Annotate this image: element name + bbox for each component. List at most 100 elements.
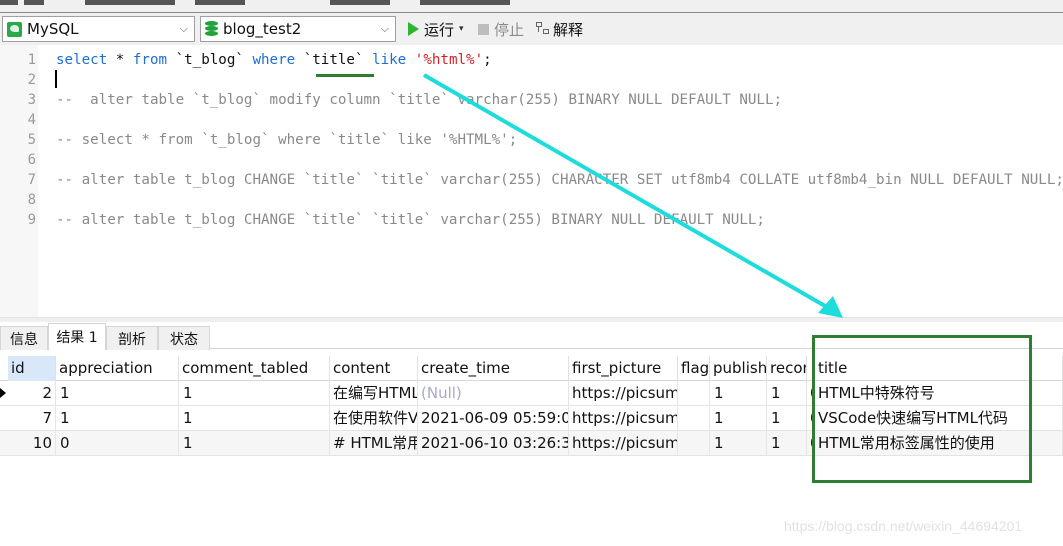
column-header-create_time[interactable]: create_time <box>418 356 569 381</box>
column-header-publish[interactable]: publish <box>710 356 767 381</box>
code-line[interactable]: 8 <box>0 190 1063 210</box>
column-header-content[interactable]: content <box>330 356 418 381</box>
sql-comment: -- alter table `t_blog` modify column `t… <box>56 92 783 108</box>
sql-comment: -- alter table t_blog CHANGE `title` `ti… <box>56 172 1063 188</box>
line-number: 9 <box>27 212 36 228</box>
cell-hidden[interactable]: 0 <box>807 431 815 456</box>
connection-select[interactable]: MySQL ⌵ <box>2 16 195 42</box>
annotation-underline <box>316 74 374 77</box>
cell-content[interactable]: 在编写HTML <box>330 381 418 406</box>
column-header-appreciation[interactable]: appreciation <box>56 356 179 381</box>
stop-label: 停止 <box>494 20 525 39</box>
query-toolbar: MySQL ⌵ blog_test2 ⌵ 运行 ▾ 停止 解释 <box>0 13 1063 45</box>
cell-content[interactable]: # HTML常用 <box>330 431 418 456</box>
cell-appreciation[interactable]: 0 <box>56 431 179 456</box>
cell-appreciation[interactable]: 1 <box>56 381 179 406</box>
code-line[interactable]: 3 -- alter table `t_blog` modify column `… <box>0 90 1063 110</box>
table-row[interactable]: 211在编写HTML(Null)https://picsum110HTML中特殊… <box>0 381 1063 406</box>
cell-id[interactable]: 7 <box>8 406 56 431</box>
cell-appreciation[interactable]: 1 <box>56 406 179 431</box>
column-header-comment_tabled[interactable]: comment_tabled <box>179 356 330 381</box>
cell-hidden[interactable]: 0 <box>807 406 815 431</box>
sql-editor[interactable]: 1 select * from `t_blog` where `title` li… <box>0 45 1063 317</box>
cell-record[interactable]: 1 <box>767 381 807 406</box>
code-line[interactable]: 4 <box>0 110 1063 130</box>
table-row[interactable]: 7 1 1 在使用软件V 2021-06-09 05:59:01 https://pics… <box>0 406 1063 431</box>
sql-token: `t_blog` <box>167 52 253 68</box>
current-row-icon <box>0 388 6 398</box>
row-selector[interactable] <box>0 406 8 431</box>
cell-create_time[interactable]: 2021-06-10 03:26:31 <box>418 431 569 456</box>
column-header-id[interactable]: id <box>8 356 56 381</box>
stop-button[interactable]: 停止 <box>478 18 524 40</box>
cell-flag[interactable] <box>678 431 710 456</box>
explain-label: 解释 <box>553 20 584 39</box>
cell-flag[interactable] <box>678 381 710 406</box>
cell-publish[interactable]: 1 <box>710 381 767 406</box>
row-selector[interactable] <box>0 431 8 456</box>
cell-hidden[interactable]: 0 <box>807 381 815 406</box>
explain-button[interactable]: 解释 <box>536 18 583 40</box>
code-line[interactable]: 2 <box>0 70 1063 90</box>
line-number: 7 <box>27 172 36 188</box>
code-text: select * from `t_blog` where `title` lik… <box>56 50 492 70</box>
cell-content[interactable]: 在使用软件V <box>330 406 418 431</box>
cell-title[interactable]: HTML中特殊符号 <box>815 381 1063 406</box>
line-number: 2 <box>27 72 36 88</box>
cell-id[interactable]: 10 <box>8 431 56 456</box>
code-line[interactable]: 9 -- alter table t_blog CHANGE `title` `t… <box>0 210 1063 230</box>
tab-profile[interactable]: 剖析 <box>106 326 158 350</box>
navicat-query-window: MySQL ⌵ blog_test2 ⌵ 运行 ▾ 停止 解释 1 select… <box>0 0 1063 546</box>
column-header-first_picture[interactable]: first_picture <box>569 356 678 381</box>
column-header-title[interactable]: title <box>815 356 1063 381</box>
tab-label: 剖析 <box>118 331 146 348</box>
cell-publish[interactable]: 1 <box>710 431 767 456</box>
code-text: -- alter table t_blog CHANGE `title` `ti… <box>56 170 1063 190</box>
cell-comment_tabled[interactable]: 1 <box>179 406 330 431</box>
cell-flag[interactable] <box>678 406 710 431</box>
cell-title[interactable]: HTML常用标签属性的使用 <box>815 431 1063 456</box>
sql-keyword: from <box>132 52 168 68</box>
cell-create_time[interactable]: (Null) <box>418 381 569 406</box>
database-icon <box>205 21 218 37</box>
code-line[interactable]: 7 -- alter table t_blog CHANGE `title` `t… <box>0 170 1063 190</box>
cell-title[interactable]: VSCode快速编写HTML代码 <box>815 406 1063 431</box>
code-line[interactable]: 6 <box>0 150 1063 170</box>
cell-record[interactable]: 1 <box>767 406 807 431</box>
run-dropdown-icon[interactable]: ▾ <box>459 24 464 34</box>
grid-header: id appreciation comment_tabled content creat… <box>0 356 1063 381</box>
database-select[interactable]: blog_test2 ⌵ <box>200 16 396 42</box>
cell-id[interactable]: 2 <box>8 381 56 406</box>
line-number: 5 <box>27 132 36 148</box>
cell-publish[interactable]: 1 <box>710 406 767 431</box>
run-button[interactable]: 运行 ▾ <box>408 18 464 40</box>
column-header-hidden[interactable] <box>807 356 815 381</box>
column-header-flag[interactable]: flag <box>678 356 710 381</box>
column-header-record[interactable]: record <box>767 356 807 381</box>
cell-record[interactable]: 1 <box>767 431 807 456</box>
watermark: https://blog.csdn.net/weixin_44694201 <box>784 518 1023 534</box>
cell-first_picture[interactable]: https://picsum <box>569 431 678 456</box>
chevron-down-icon: ⌵ <box>380 22 389 35</box>
sql-token: `title` <box>295 52 373 68</box>
sql-token: ; <box>483 52 492 68</box>
cell-comment_tabled[interactable]: 1 <box>179 381 330 406</box>
cell-first_picture[interactable]: https://picsum <box>569 406 678 431</box>
tab-status[interactable]: 状态 <box>158 326 210 350</box>
tab-info[interactable]: 信息 <box>0 326 48 350</box>
cell-create_time[interactable]: 2021-06-09 05:59:01 <box>418 406 569 431</box>
cell-comment_tabled[interactable]: 1 <box>179 431 330 456</box>
chevron-down-icon: ⌵ <box>179 22 188 35</box>
line-number: 3 <box>27 92 36 108</box>
row-selector[interactable] <box>0 381 8 406</box>
tab-result-1[interactable]: 结果 1 <box>48 323 106 350</box>
code-text: -- alter table t_blog CHANGE `title` `ti… <box>56 210 765 230</box>
tab-label: 信息 <box>10 331 38 348</box>
line-number: 6 <box>27 152 36 168</box>
code-line[interactable]: 1 select * from `t_blog` where `title` li… <box>0 50 1063 70</box>
cell-first_picture[interactable]: https://picsum <box>569 381 678 406</box>
code-line[interactable]: 5 -- select * from `t_blog` where `title`… <box>0 130 1063 150</box>
table-row[interactable]: 10 0 1 # HTML常用 2021-06-10 03:26:31 https://p… <box>0 431 1063 456</box>
code-text: -- select * from `t_blog` where `title` … <box>56 130 517 150</box>
